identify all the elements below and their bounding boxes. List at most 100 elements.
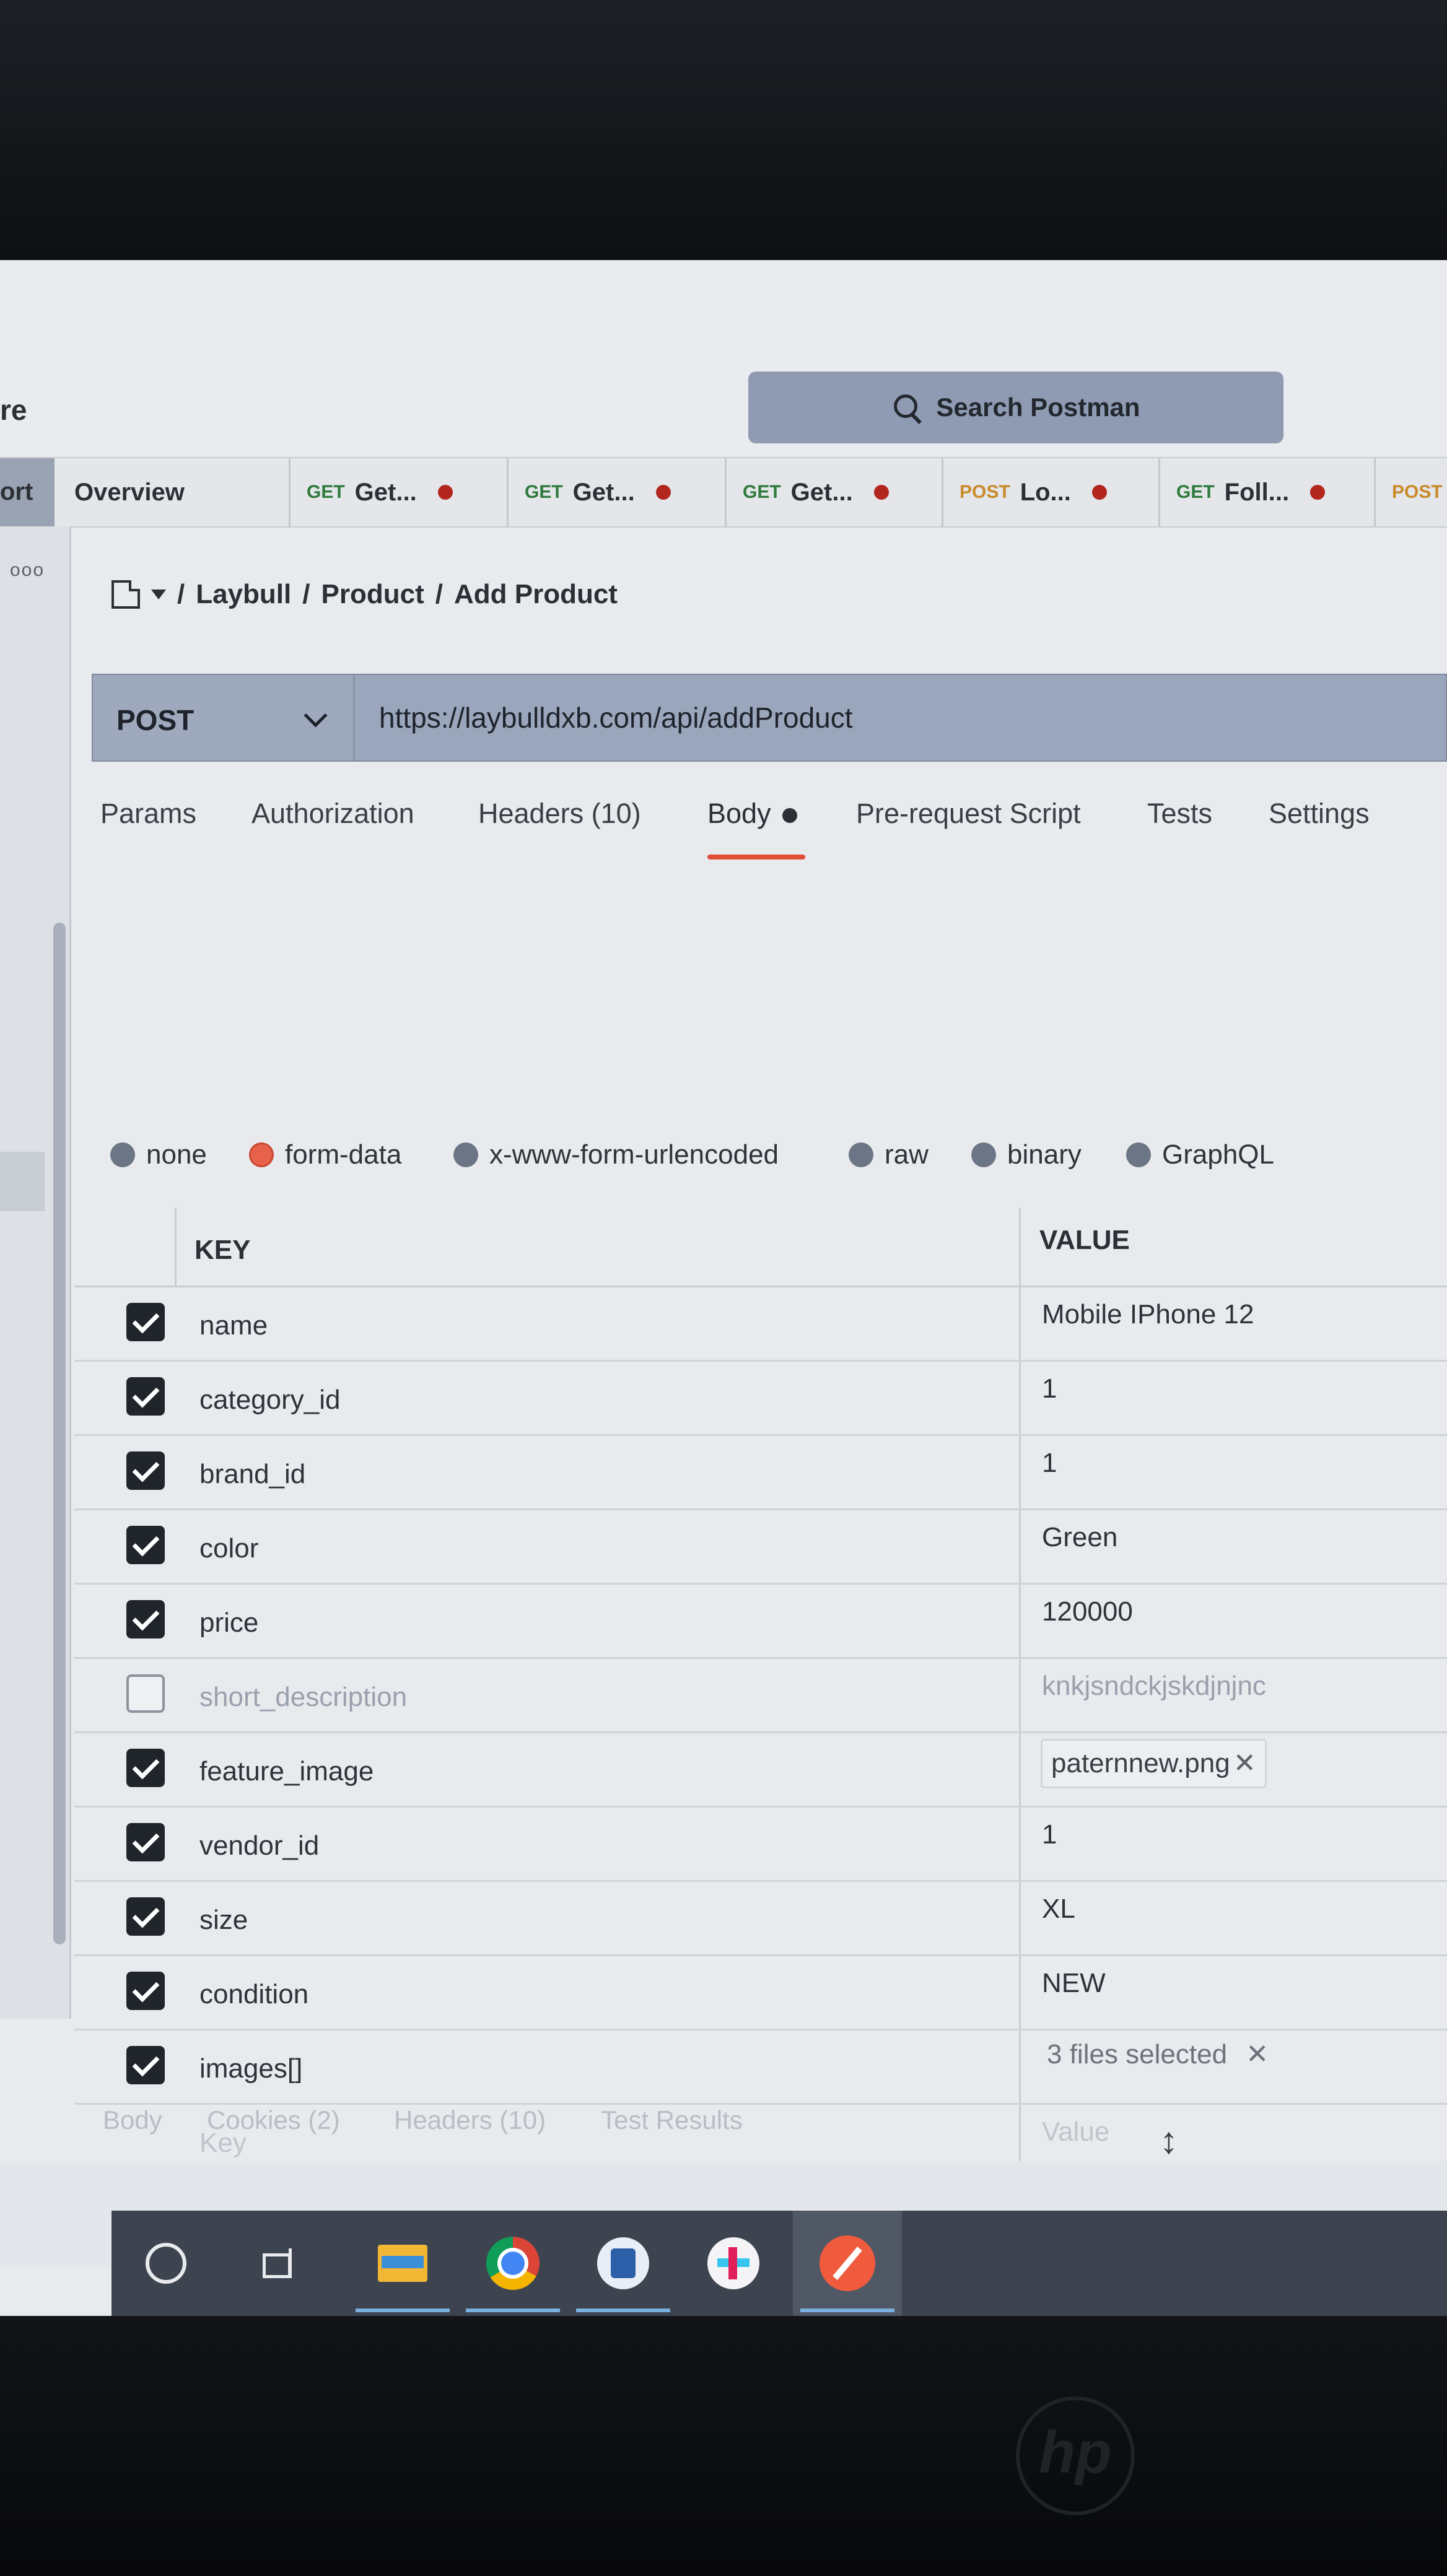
file-chip[interactable]: paternnew.png ✕	[1041, 1739, 1267, 1788]
import-label: ort	[0, 478, 33, 505]
row-checkbox[interactable]	[126, 1526, 165, 1564]
breadcrumb: / Laybull / Product / Add Product	[111, 579, 618, 610]
taskbar-app[interactable]	[569, 2211, 678, 2316]
radio-none[interactable]: none	[110, 1139, 207, 1170]
row-key[interactable]: images[]	[199, 2053, 302, 2084]
tab-body[interactable]: Body	[707, 798, 797, 830]
file-count: 3 files selected	[1047, 2039, 1228, 2069]
radio-raw[interactable]: raw	[849, 1139, 929, 1170]
tab-get-1[interactable]: GET Get...	[289, 458, 453, 526]
row-key[interactable]: price	[199, 1608, 258, 1638]
tab-test-results[interactable]: Test Results	[601, 2105, 743, 2135]
row-checkbox[interactable]	[126, 1303, 165, 1341]
import-button[interactable]: ort	[0, 458, 55, 526]
row-key[interactable]: feature_image	[199, 1756, 374, 1787]
running-indicator	[800, 2308, 894, 2312]
cortana-button[interactable]	[111, 2211, 221, 2316]
radio-binary[interactable]: binary	[971, 1139, 1082, 1170]
tab-name: Foll...	[1224, 478, 1290, 506]
taskbar-chrome[interactable]	[458, 2211, 567, 2316]
tab-get-4[interactable]: GET Foll...	[1158, 458, 1326, 526]
table-row-disabled: short_description knkjsndckjskdjnjnc	[74, 1657, 1447, 1733]
caret-down-icon[interactable]	[151, 590, 166, 599]
search-postman-button[interactable]: Search Postman	[748, 372, 1283, 443]
row-key[interactable]: brand_id	[199, 1459, 305, 1490]
taskbar-file-explorer[interactable]	[348, 2211, 457, 2316]
workspace-name[interactable]: re	[0, 393, 27, 427]
tab-headers[interactable]: Headers (10)	[478, 798, 641, 830]
row-checkbox[interactable]	[126, 1972, 165, 2010]
radio-form-data[interactable]: form-data	[249, 1139, 401, 1170]
url-bar: POST https://laybulldxb.com/api/addProdu…	[92, 674, 1447, 762]
tab-post-1[interactable]: POST Lo...	[942, 458, 1107, 526]
tab-get-2[interactable]: GET Get...	[507, 458, 671, 526]
tab-post-2[interactable]: POST	[1374, 458, 1443, 526]
row-checkbox[interactable]	[126, 1600, 165, 1638]
row-key[interactable]: size	[199, 1905, 248, 1936]
row-value[interactable]: 1	[1042, 1373, 1057, 1404]
tab-cookies[interactable]: Cookies (2)	[207, 2105, 340, 2135]
breadcrumb-collection[interactable]: Laybull	[196, 579, 291, 610]
row-value[interactable]: knkjsndckjskdjnjnc	[1042, 1671, 1266, 1702]
row-value[interactable]: Green	[1042, 1522, 1117, 1553]
radio-circle-icon	[110, 1142, 135, 1167]
tab-settings[interactable]: Settings	[1269, 798, 1370, 830]
row-checkbox[interactable]	[126, 2046, 165, 2084]
url-input[interactable]: https://laybulldxb.com/api/addProduct	[379, 701, 853, 734]
tab-params[interactable]: Params	[100, 798, 196, 830]
row-value[interactable]: 1	[1042, 1819, 1057, 1850]
row-checkbox[interactable]	[126, 1377, 165, 1416]
method-select[interactable]: POST	[93, 675, 355, 760]
radio-circle-icon	[1126, 1142, 1151, 1167]
row-checkbox[interactable]	[126, 1749, 165, 1787]
row-value[interactable]: XL	[1042, 1894, 1075, 1925]
tab-response-headers[interactable]: Headers (10)	[394, 2105, 546, 2135]
sidebar-selected-item[interactable]	[0, 1152, 45, 1211]
taskbar-slack[interactable]	[679, 2211, 788, 2316]
row-key[interactable]: name	[199, 1310, 268, 1341]
tab-pre-request-script[interactable]: Pre-request Script	[856, 798, 1081, 830]
row-key[interactable]: category_id	[199, 1385, 340, 1416]
task-view-icon	[260, 2246, 295, 2281]
taskbar-postman[interactable]	[793, 2211, 902, 2316]
tab-name: Get...	[572, 478, 635, 506]
row-checkbox[interactable]	[126, 1674, 165, 1713]
row-key[interactable]: vendor_id	[199, 1830, 319, 1861]
row-checkbox[interactable]	[126, 1823, 165, 1861]
breadcrumb-request[interactable]: Add Product	[454, 579, 618, 610]
response-tabs: Body Cookies (2) Headers (10) Test Resul…	[0, 2105, 1447, 2163]
remove-file-icon[interactable]: ✕	[1233, 1741, 1256, 1786]
laptop-bezel-top	[0, 0, 1447, 260]
method-label: GET	[743, 482, 781, 502]
breadcrumb-folder[interactable]: Product	[321, 579, 424, 610]
running-indicator	[466, 2308, 560, 2312]
row-key[interactable]: short_description	[199, 1682, 407, 1713]
row-key[interactable]: color	[199, 1533, 258, 1564]
tab-response-body[interactable]: Body	[103, 2105, 162, 2135]
tab-body-label: Body	[707, 798, 771, 829]
file-explorer-icon	[378, 2245, 427, 2282]
task-view-button[interactable]	[223, 2211, 332, 2316]
row-value[interactable]: Mobile IPhone 12	[1042, 1299, 1254, 1330]
row-value[interactable]: 120000	[1042, 1596, 1133, 1627]
table-row: size XL	[74, 1880, 1447, 1956]
row-key[interactable]: condition	[199, 1979, 308, 2010]
remove-files-icon[interactable]: ✕	[1246, 2039, 1269, 2069]
row-checkbox[interactable]	[126, 1451, 165, 1490]
tab-get-3[interactable]: GET Get...	[725, 458, 889, 526]
search-icon	[891, 392, 922, 423]
more-options-icon[interactable]: ooo	[10, 560, 45, 581]
tab-authorization[interactable]: Authorization	[251, 798, 414, 830]
row-checkbox[interactable]	[126, 1897, 165, 1936]
tab-tests[interactable]: Tests	[1147, 798, 1212, 830]
radio-graphql[interactable]: GraphQL	[1126, 1139, 1274, 1170]
method-label: POST	[1392, 482, 1443, 502]
sidebar-scrollbar[interactable]	[53, 923, 66, 1944]
radio-urlencoded[interactable]: x-www-form-urlencoded	[453, 1139, 779, 1170]
row-value[interactable]: NEW	[1042, 1968, 1106, 1999]
row-value[interactable]: 1	[1042, 1448, 1057, 1479]
tab-overview[interactable]: Overview	[74, 458, 185, 526]
radio-label: form-data	[285, 1139, 402, 1170]
file-selection[interactable]: 3 files selected ✕	[1047, 2039, 1269, 2070]
postman-icon	[820, 2235, 875, 2291]
